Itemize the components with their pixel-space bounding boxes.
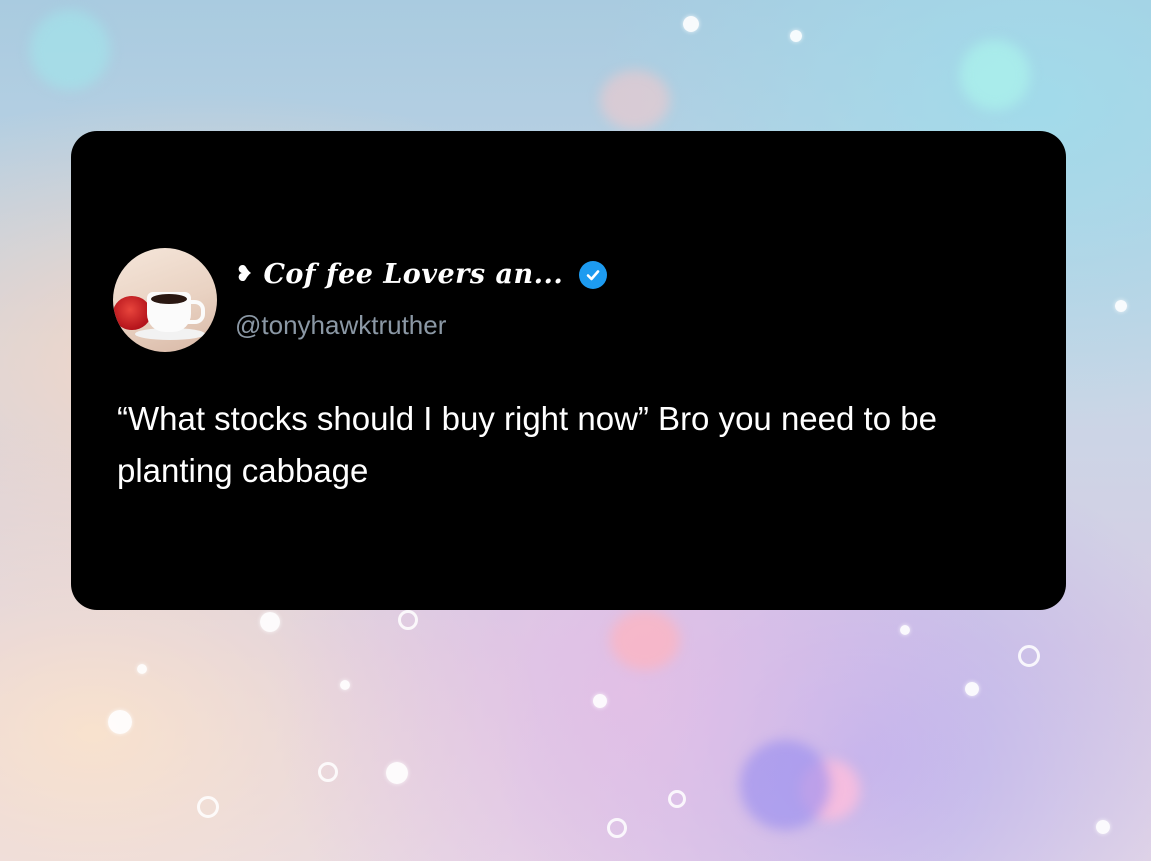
cup-handle [187, 300, 205, 324]
author-handle[interactable]: @tonyhawktruther [235, 310, 446, 341]
verified-badge-icon [579, 260, 608, 289]
coffee-surface [151, 294, 187, 304]
tweet-text: “What stocks should I buy right now” Bro… [117, 400, 937, 489]
tweet-card[interactable]: ❥ Cof fee Lovers an... @tonyhawktruther … [71, 131, 1066, 610]
author-name-row[interactable]: ❥ Cof fee Lovers an... [235, 259, 608, 290]
heart-bullet-icon: ❥ [235, 261, 254, 287]
coffee-cup-avatar[interactable] [113, 248, 217, 352]
author-display-name[interactable]: Cof fee Lovers an... [263, 259, 563, 290]
rose-icon [113, 296, 151, 330]
